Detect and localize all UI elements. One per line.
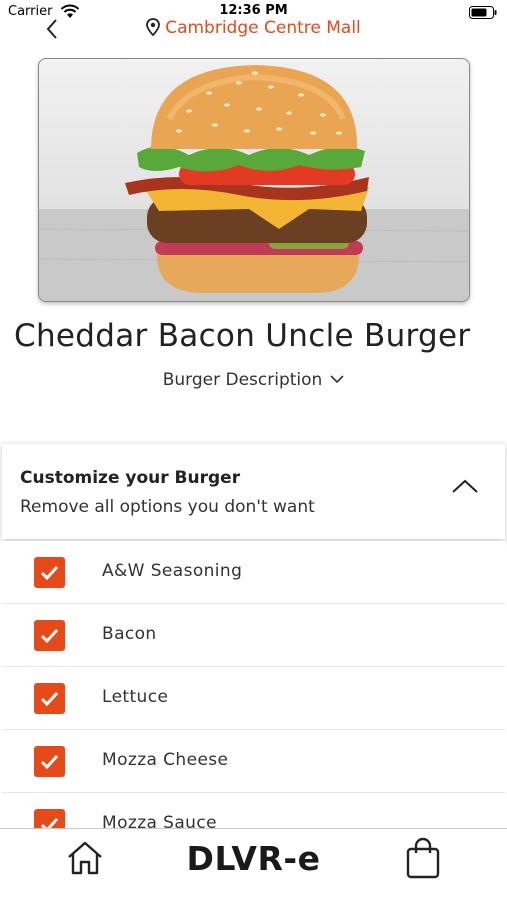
- option-label: Bacon: [102, 624, 157, 644]
- checkmark-icon: [40, 817, 59, 828]
- checkmark-icon: [40, 691, 59, 706]
- shopping-bag-icon[interactable]: [405, 837, 441, 879]
- description-toggle-label: Burger Description: [162, 370, 323, 390]
- option-row[interactable]: Lettuce: [2, 667, 505, 730]
- option-checkbox[interactable]: [34, 746, 65, 777]
- option-row[interactable]: Mozza Cheese: [2, 730, 505, 793]
- customize-panel-header[interactable]: Customize your Burger Remove all options…: [2, 443, 505, 539]
- product-image: [38, 58, 470, 302]
- store-location-label: Cambridge Centre Mall: [165, 18, 361, 38]
- product-title: Cheddar Bacon Uncle Burger: [14, 318, 471, 354]
- description-toggle[interactable]: Burger Description: [0, 370, 507, 390]
- option-row[interactable]: Bacon: [2, 604, 505, 667]
- checkmark-icon: [40, 565, 59, 580]
- option-label: Mozza Cheese: [102, 750, 229, 770]
- option-label: Lettuce: [102, 687, 169, 707]
- chevron-up-icon[interactable]: [451, 478, 479, 494]
- option-checkbox[interactable]: [34, 620, 65, 651]
- location-pin-icon: [146, 18, 161, 36]
- customize-options-list: A&W Seasoning Bacon Lettuce Mozza Cheese…: [2, 541, 505, 828]
- customize-title: Customize your Burger: [20, 468, 241, 488]
- checkmark-icon: [40, 628, 59, 643]
- option-checkbox[interactable]: [34, 557, 65, 588]
- store-location[interactable]: Cambridge Centre Mall: [0, 18, 507, 38]
- bottom-nav: DLVR-e: [0, 828, 507, 900]
- customize-subtitle: Remove all options you don't want: [20, 497, 315, 517]
- option-checkbox[interactable]: [34, 809, 65, 828]
- option-label: Mozza Sauce: [102, 813, 217, 828]
- option-row[interactable]: Mozza Sauce: [2, 793, 505, 828]
- option-label: A&W Seasoning: [102, 561, 243, 581]
- checkmark-icon: [40, 754, 59, 769]
- option-checkbox[interactable]: [34, 683, 65, 714]
- chevron-down-icon: [330, 375, 344, 384]
- clock: 12:36 PM: [219, 3, 288, 18]
- option-row[interactable]: A&W Seasoning: [2, 541, 505, 604]
